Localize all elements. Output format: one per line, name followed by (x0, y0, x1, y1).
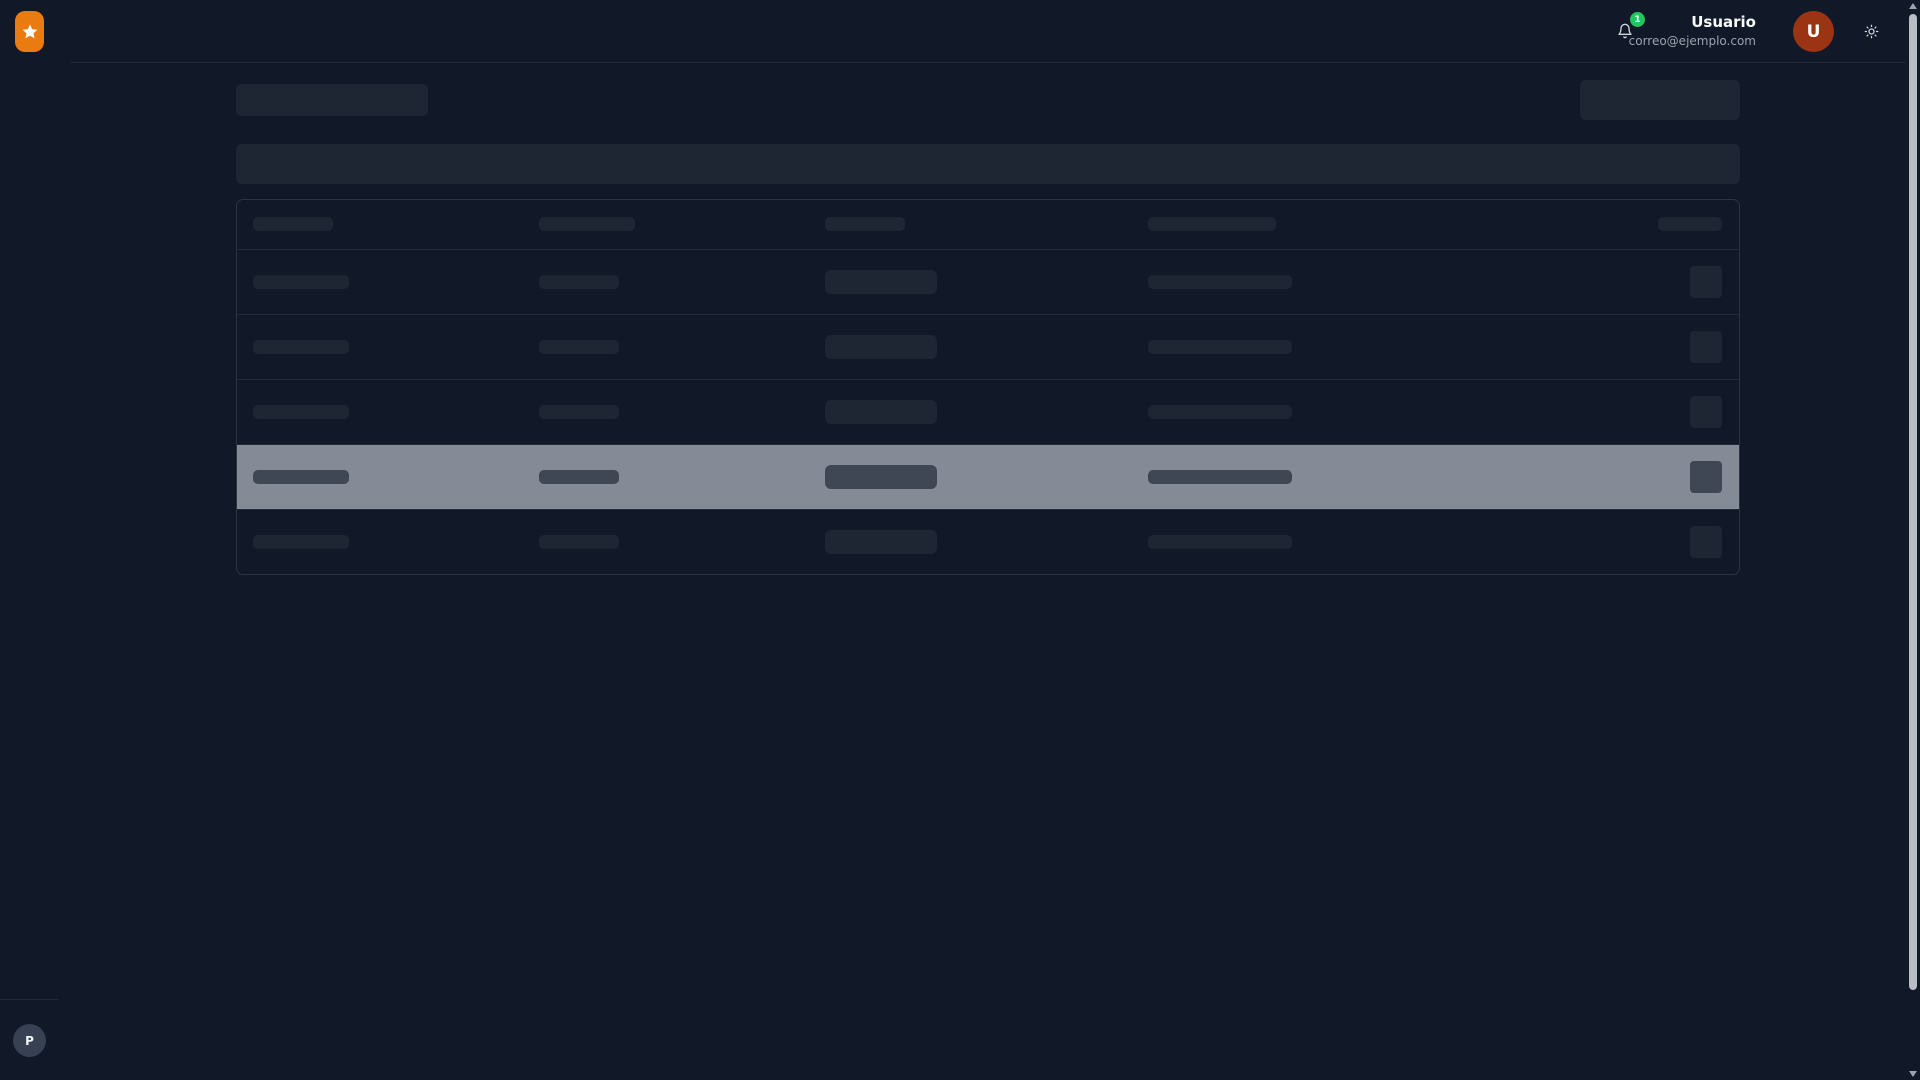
sidebar: P (0, 0, 59, 1080)
header-cell-skeleton (253, 217, 333, 231)
cell-skeleton (253, 405, 349, 419)
table-row-hovered[interactable] (237, 444, 1739, 509)
row-action-skeleton (1690, 461, 1722, 493)
cell-skeleton (1148, 275, 1292, 289)
vertical-scrollbar[interactable] (1906, 0, 1920, 1080)
table-row (237, 249, 1739, 314)
cell-skeleton (539, 470, 619, 484)
cell-skeleton (1148, 535, 1292, 549)
cell-skeleton (253, 275, 349, 289)
star-icon (22, 24, 37, 38)
cell-skeleton (825, 400, 937, 424)
row-action-skeleton (1690, 526, 1722, 558)
header-cell-skeleton (539, 217, 635, 231)
cell-skeleton (825, 465, 937, 489)
header-cell-skeleton (825, 217, 905, 231)
sun-icon (1864, 24, 1878, 38)
row-action-skeleton (1690, 331, 1722, 363)
page-title-skeleton (236, 84, 428, 116)
cell-skeleton (253, 535, 349, 549)
sidebar-divider (0, 999, 59, 1000)
primary-action-skeleton (1580, 80, 1740, 120)
user-info[interactable]: Usuario correo@ejemplo.com (1629, 12, 1756, 50)
project-avatar[interactable]: P (13, 1024, 46, 1057)
row-action-skeleton (1690, 266, 1722, 298)
user-avatar-initial: U (1806, 21, 1821, 42)
top-header: 1 Usuario correo@ejemplo.com U (70, 0, 1906, 63)
header-cell-skeleton (1148, 217, 1276, 231)
filter-bar-skeleton (236, 144, 1740, 184)
data-table-skeleton (236, 199, 1740, 575)
theme-toggle-button[interactable] (1860, 20, 1882, 42)
header-cell-skeleton (1658, 217, 1722, 231)
user-avatar[interactable]: U (1793, 11, 1834, 52)
scroll-up-arrow-icon[interactable] (1909, 3, 1917, 9)
cell-skeleton (253, 470, 349, 484)
cell-skeleton (1148, 340, 1292, 354)
table-row (237, 379, 1739, 444)
cell-skeleton (825, 335, 937, 359)
table-row (237, 314, 1739, 379)
cell-skeleton (539, 535, 619, 549)
cell-skeleton (825, 270, 937, 294)
cell-skeleton (539, 405, 619, 419)
table-header (237, 200, 1739, 249)
table-row (237, 509, 1739, 574)
app-root: P 1 Usuario correo@ejemplo.com U (0, 0, 1920, 1080)
cell-skeleton (1148, 470, 1292, 484)
cell-skeleton (539, 340, 619, 354)
user-name: Usuario (1691, 13, 1756, 31)
scroll-down-arrow-icon[interactable] (1909, 1071, 1917, 1077)
row-action-skeleton (1690, 396, 1722, 428)
user-email: correo@ejemplo.com (1628, 34, 1756, 48)
app-logo[interactable] (15, 11, 44, 52)
scrollbar-thumb[interactable] (1909, 14, 1917, 990)
cell-skeleton (539, 275, 619, 289)
project-avatar-initial: P (25, 1033, 34, 1048)
cell-skeleton (1148, 405, 1292, 419)
cell-skeleton (825, 530, 937, 554)
cell-skeleton (253, 340, 349, 354)
